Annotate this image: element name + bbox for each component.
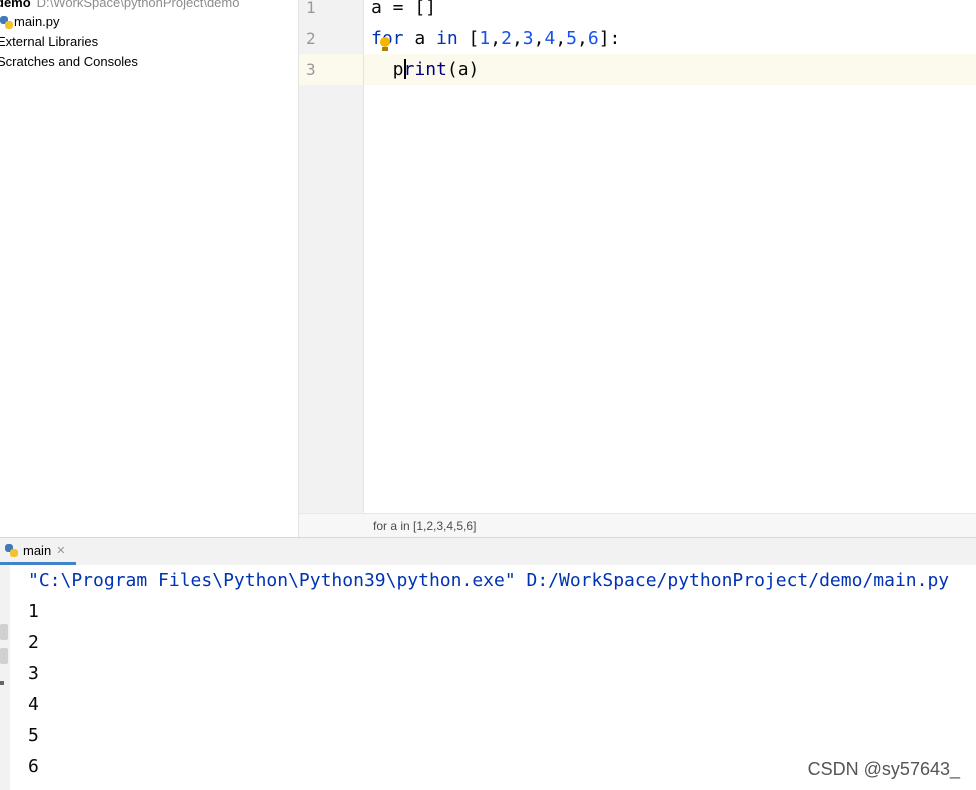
run-console[interactable]: "C:\Program Files\Python\Python39\python… <box>10 565 976 790</box>
editor-breadcrumb[interactable]: for a in [1,2,3,4,5,6] <box>299 513 976 538</box>
project-panel: demo D:\WorkSpace\pythonProject\demo mai… <box>0 0 299 537</box>
breadcrumb-item[interactable]: for a in [1,2,3,4,5,6] <box>373 514 476 538</box>
tree-item-main-py[interactable]: main.py <box>0 12 60 32</box>
tree-item-scratches[interactable]: Scratches and Consoles <box>0 52 138 72</box>
tab-label: main <box>23 542 52 558</box>
console-command-line: "C:\Program Files\Python\Python39\python… <box>28 570 950 591</box>
tree-item-label: main.py <box>14 14 60 29</box>
run-tab-bar: main ✕ <box>0 537 976 566</box>
line-number: 1 <box>306 0 316 17</box>
python-file-icon <box>0 15 13 29</box>
console-output-line: 6 <box>28 756 39 777</box>
rerun-icon[interactable] <box>0 624 8 640</box>
code-editor[interactable]: a = [] for a in [1,2,3,4,5,6]: print(a) <box>364 0 976 513</box>
python-run-icon <box>5 543 18 557</box>
console-output-line: 4 <box>28 694 39 715</box>
console-output-line: 2 <box>28 632 39 653</box>
settings-icon[interactable] <box>0 681 4 685</box>
stop-icon[interactable] <box>0 648 8 664</box>
console-toolbar <box>0 565 10 790</box>
watermark: CSDN @sy57643_ <box>807 759 960 779</box>
console-output-line: 1 <box>28 601 39 622</box>
code-line-1[interactable]: a = [] <box>371 0 436 20</box>
code-line-3[interactable]: print(a) <box>371 58 479 82</box>
line-number: 3 <box>306 60 316 79</box>
lightbulb-icon[interactable] <box>378 37 392 53</box>
tree-item-label: External Libraries <box>0 34 99 49</box>
console-output-line: 5 <box>28 725 39 746</box>
tree-item-external-libraries[interactable]: External Libraries <box>0 32 98 52</box>
editor-gutter: 1 2 3 <box>299 0 364 513</box>
code-line-2[interactable]: for a in [1,2,3,4,5,6]: <box>371 27 620 51</box>
project-path: D:\WorkSpace\pythonProject\demo <box>36 0 240 10</box>
line-number: 2 <box>306 29 316 48</box>
text-caret <box>403 59 406 79</box>
tab-main[interactable]: main ✕ <box>0 538 76 565</box>
tree-item-label: Scratches and Consoles <box>0 54 138 69</box>
close-icon[interactable]: ✕ <box>56 544 65 557</box>
console-output-line: 3 <box>28 663 39 684</box>
